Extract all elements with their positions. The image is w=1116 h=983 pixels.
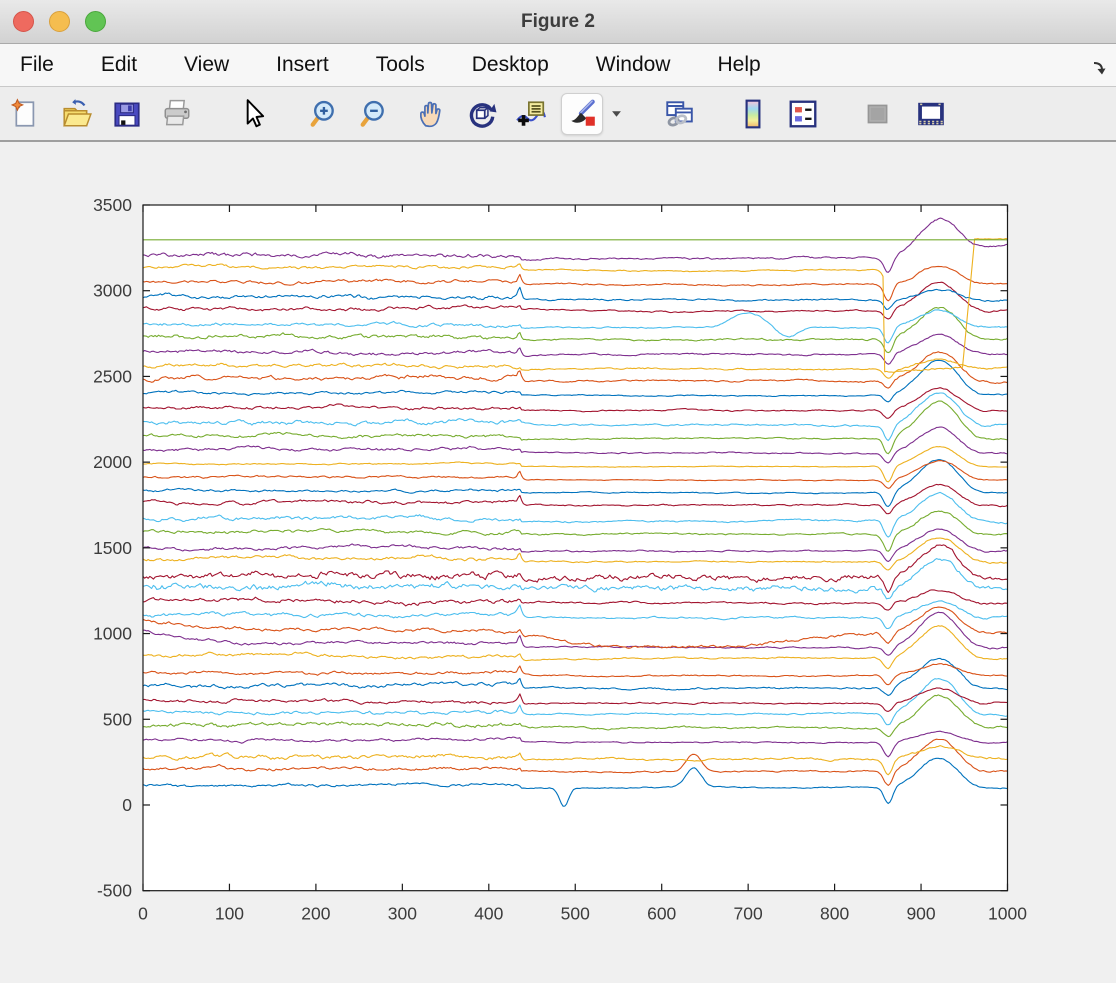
y-tick-label: 3000 xyxy=(93,281,132,301)
hide-plot-tools-icon xyxy=(861,98,893,130)
open-file-icon xyxy=(61,98,93,130)
insert-legend-button[interactable] xyxy=(783,94,823,134)
print-figure-icon xyxy=(161,98,193,130)
brush-data-icon xyxy=(566,98,598,130)
rotate-3d-button[interactable] xyxy=(461,94,501,134)
show-plot-tools-dock-icon xyxy=(915,98,947,130)
save-figure-icon xyxy=(111,98,143,130)
show-plot-tools-dock-button[interactable] xyxy=(911,94,951,134)
x-tick-label: 600 xyxy=(647,904,676,924)
pan-button[interactable] xyxy=(411,94,451,134)
menu-file[interactable]: File xyxy=(20,53,54,77)
minimize-button[interactable] xyxy=(49,11,70,32)
zoom-out-button[interactable] xyxy=(355,94,395,134)
x-tick-label: 1000 xyxy=(988,904,1027,924)
y-tick-label: -500 xyxy=(97,881,132,901)
zoom-in-button[interactable] xyxy=(305,94,345,134)
title-bar[interactable]: Figure 2 xyxy=(0,0,1116,44)
menu-edit[interactable]: Edit xyxy=(101,53,137,77)
save-figure-button[interactable] xyxy=(107,94,147,134)
menu-bar: File Edit View Insert Tools Desktop Window Help xyxy=(0,44,1116,87)
x-tick-label: 0 xyxy=(138,904,148,924)
x-tick-label: 700 xyxy=(734,904,763,924)
close-button[interactable] xyxy=(13,11,34,32)
x-tick-label: 800 xyxy=(820,904,849,924)
new-figure-icon xyxy=(11,98,43,130)
open-file-button[interactable] xyxy=(57,94,97,134)
x-tick-label: 400 xyxy=(474,904,503,924)
brush-data-button[interactable] xyxy=(561,93,603,135)
x-tick-label: 900 xyxy=(906,904,935,924)
plot-svg: 0 100 200 300 400 500 600 700 800 900 1000 -500 0 500… xyxy=(0,142,1116,978)
data-cursor-icon xyxy=(515,98,547,130)
zoom-in-icon xyxy=(309,98,341,130)
zoom-button[interactable] xyxy=(85,11,106,32)
data-cursor-button[interactable] xyxy=(511,94,551,134)
menu-insert[interactable]: Insert xyxy=(276,53,329,77)
menu-help[interactable]: Help xyxy=(717,53,760,77)
menu-view[interactable]: View xyxy=(184,53,229,77)
rotate-3d-icon xyxy=(465,98,497,130)
menu-desktop[interactable]: Desktop xyxy=(472,53,549,77)
dock-figure-arrow-icon[interactable] xyxy=(1092,58,1107,82)
insert-colorbar-button[interactable] xyxy=(733,94,773,134)
link-plot-button[interactable] xyxy=(659,94,699,134)
toolbar xyxy=(0,87,1116,142)
menu-window[interactable]: Window xyxy=(596,53,671,77)
y-tick-label: 500 xyxy=(103,709,132,729)
edit-plot-icon xyxy=(237,98,269,130)
window-controls xyxy=(13,11,106,32)
pan-icon xyxy=(415,98,447,130)
insert-colorbar-icon xyxy=(737,98,769,130)
figure-canvas: 0 100 200 300 400 500 600 700 800 900 1000 -500 0 500… xyxy=(0,142,1116,978)
window-title: Figure 2 xyxy=(521,11,595,33)
zoom-out-icon xyxy=(359,98,391,130)
insert-legend-icon xyxy=(787,98,819,130)
y-tick-label: 2500 xyxy=(93,366,132,386)
y-tick-label: 1000 xyxy=(93,624,132,644)
hide-plot-tools-button xyxy=(857,94,897,134)
print-figure-button[interactable] xyxy=(157,94,197,134)
x-tick-label: 300 xyxy=(388,904,417,924)
menu-tools[interactable]: Tools xyxy=(376,53,425,77)
brush-data-dropdown[interactable] xyxy=(607,94,625,134)
y-tick-label: 2000 xyxy=(93,452,132,472)
matlab-figure-window: { "window": { "title": "Figure 2", "traf… xyxy=(0,0,1116,978)
y-tick-label: 1500 xyxy=(93,538,132,558)
new-figure-button[interactable] xyxy=(7,94,47,134)
y-tick-label: 0 xyxy=(122,795,132,815)
x-tick-label: 100 xyxy=(215,904,244,924)
y-tick-label: 3500 xyxy=(93,195,132,215)
x-tick-label: 200 xyxy=(301,904,330,924)
x-tick-label: 500 xyxy=(561,904,590,924)
link-plot-icon xyxy=(663,98,695,130)
edit-plot-button[interactable] xyxy=(233,94,273,134)
